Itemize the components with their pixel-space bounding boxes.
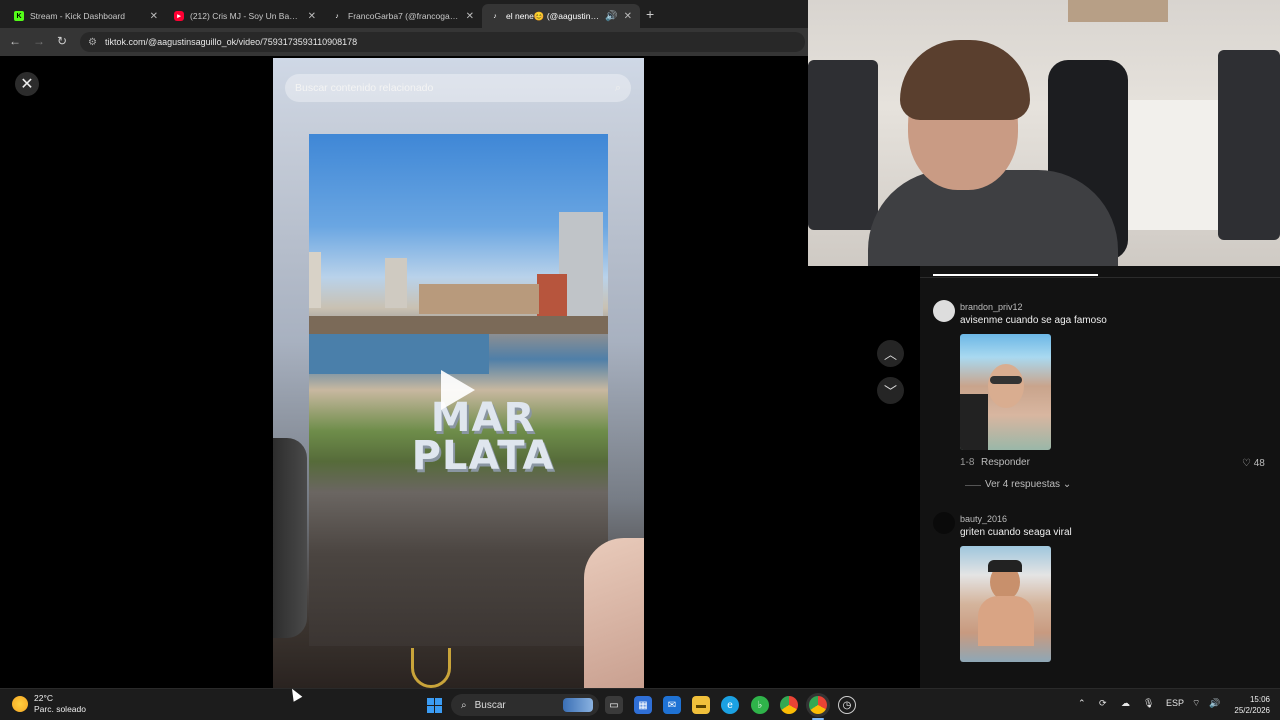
- avatar[interactable]: [933, 300, 955, 322]
- webcam-overlay: [808, 0, 1280, 266]
- tiktok-video-page: ✕ Buscar contenido relacionado ⌕ MAR PLA…: [0, 56, 920, 688]
- tab-title: Stream - Kick Dashboard: [30, 11, 125, 21]
- windows-start-icon[interactable]: [425, 696, 443, 714]
- comments-tab-indicator: [933, 274, 1098, 276]
- browser-tab-bar: K Stream - Kick Dashboard ✕ ▸ (212) Cris…: [0, 0, 808, 28]
- chair-right: [1218, 50, 1280, 240]
- next-video-button[interactable]: ﹀: [877, 377, 904, 404]
- task-view-icon[interactable]: ▭: [605, 696, 623, 714]
- hand-silhouette: [273, 438, 307, 638]
- gold-chain: [411, 648, 451, 688]
- view-replies-label: Ver 4 respuestas: [985, 479, 1061, 490]
- site-settings-icon[interactable]: ⚙: [88, 37, 97, 48]
- tab-title: el nene😊 (@aagustinsag: [506, 10, 603, 21]
- skin-silhouette: [584, 538, 644, 688]
- reply-button[interactable]: Responder: [981, 457, 1030, 468]
- weather-desc: Parc. soleado: [34, 704, 86, 714]
- weather-widget[interactable]: 22°C Parc. soleado: [12, 693, 86, 715]
- tab-tiktok-el-nene[interactable]: ♪ el nene😊 (@aagustinsag 🔊 ✕: [482, 4, 640, 28]
- taskbar-search[interactable]: ⌕ Buscar: [451, 694, 599, 716]
- tab-title: FrancoGarba7 (@francogarba7: [348, 11, 460, 21]
- like-count-value: 48: [1253, 458, 1265, 469]
- browser-toolbar: ← → ↻ ⚙ tiktok.com/@aagustinsaguillo_ok/…: [0, 28, 808, 56]
- heart-icon[interactable]: ♡: [1242, 458, 1254, 469]
- close-tab-icon[interactable]: ✕: [150, 11, 158, 22]
- volume-icon[interactable]: 🔊: [1209, 698, 1220, 709]
- view-replies-button[interactable]: Ver 4 respuestas ⌄: [985, 479, 1071, 490]
- reload-icon[interactable]: ↻: [57, 34, 67, 48]
- search-icon[interactable]: ⌕: [615, 82, 621, 95]
- outlook-icon[interactable]: ✉: [663, 696, 681, 714]
- play-icon[interactable]: [441, 370, 475, 410]
- taskbar: 22°C Parc. soleado ⌕ Buscar ▭ ▦ ✉ ▬ e ♭ …: [0, 688, 1280, 720]
- chair-left: [808, 60, 878, 230]
- comments-panel: brandon_priv12 avisenme cuando se aga fa…: [920, 266, 1280, 688]
- file-explorer-icon[interactable]: ▬: [692, 696, 710, 714]
- taskbar-search-label: Buscar: [474, 699, 506, 711]
- close-tab-icon[interactable]: ✕: [624, 11, 632, 22]
- comment-image[interactable]: [960, 334, 1051, 450]
- comment-username[interactable]: bauty_2016: [960, 514, 1007, 524]
- search-highlight-icon: [563, 698, 593, 712]
- search-icon: ⌕: [461, 699, 467, 711]
- sign-line-2: PLATA: [411, 433, 555, 479]
- streamer-hair: [900, 40, 1030, 120]
- back-arrow-icon[interactable]: ←: [9, 34, 21, 48]
- video-player[interactable]: Buscar contenido relacionado ⌕ MAR PLATA: [273, 58, 644, 688]
- clock-date: 25/2/2026: [1234, 706, 1270, 715]
- comment-text: griten cuando seaga viral: [960, 527, 1072, 538]
- close-tab-icon[interactable]: ✕: [466, 11, 474, 22]
- language-indicator[interactable]: ESP: [1166, 698, 1184, 708]
- sun-icon: [12, 696, 28, 712]
- close-video-button[interactable]: ✕: [15, 72, 39, 96]
- comment-text: avisenme cuando se aga famoso: [960, 315, 1107, 326]
- microphone-icon[interactable]: 🎙: [1143, 698, 1154, 709]
- sync-icon[interactable]: ⟳: [1099, 698, 1107, 709]
- comment-username[interactable]: brandon_priv12: [960, 302, 1023, 312]
- mar-del-plata-sign: MAR PLATA: [393, 395, 573, 479]
- tab-kick-dashboard[interactable]: K Stream - Kick Dashboard ✕: [6, 4, 166, 28]
- clock-time: 15:06: [1249, 695, 1270, 704]
- tab-youtube[interactable]: ▸ (212) Cris MJ - Soy Un Bandido ✕: [166, 4, 324, 28]
- weather-temp: 22°C: [34, 693, 53, 703]
- replies-line: [965, 485, 981, 486]
- like-count[interactable]: ♡ 48: [1242, 458, 1265, 469]
- speaker-icon[interactable]: 🔊: [605, 11, 617, 22]
- tab-tiktok-francogarba7[interactable]: ♪ FrancoGarba7 (@francogarba7 ✕: [324, 4, 482, 28]
- youtube-icon: ▸: [174, 11, 184, 21]
- previous-video-button[interactable]: ︿: [877, 340, 904, 367]
- cloud-icon[interactable]: ☁: [1121, 698, 1130, 709]
- streamer-shirt: [868, 170, 1118, 266]
- avatar[interactable]: [933, 512, 955, 534]
- app-icon[interactable]: ♭: [751, 696, 769, 714]
- store-icon[interactable]: ▦: [634, 696, 652, 714]
- close-tab-icon[interactable]: ✕: [308, 11, 316, 22]
- chrome-icon[interactable]: [780, 696, 798, 714]
- tray-chevron-up-icon[interactable]: ⌃: [1078, 698, 1086, 709]
- kick-icon: K: [14, 11, 24, 21]
- tab-title: (212) Cris MJ - Soy Un Bandido: [190, 11, 302, 21]
- picture-frame: [1068, 0, 1168, 22]
- forward-arrow-icon[interactable]: →: [33, 34, 45, 48]
- tiktok-icon: ♪: [493, 12, 497, 20]
- edge-icon[interactable]: e: [721, 696, 739, 714]
- comment-image[interactable]: [960, 546, 1051, 662]
- related-search-bar[interactable]: Buscar contenido relacionado ⌕: [285, 74, 631, 102]
- address-bar[interactable]: ⚙ tiktok.com/@aagustinsaguillo_ok/video/…: [80, 32, 805, 52]
- video-frame-photo: MAR PLATA: [309, 134, 608, 646]
- comments-divider: [920, 277, 1280, 278]
- comment-date: 1-8: [960, 457, 975, 468]
- tiktok-icon: ♪: [335, 12, 339, 20]
- system-clock[interactable]: 15:06 25/2/2026: [1226, 694, 1270, 716]
- sign-line-1: MAR: [430, 395, 536, 441]
- chrome-active-icon[interactable]: [809, 696, 827, 714]
- clock-app-icon[interactable]: ◷: [838, 696, 856, 714]
- url-text: tiktok.com/@aagustinsaguillo_ok/video/75…: [104, 37, 358, 47]
- new-tab-button[interactable]: +: [646, 6, 654, 22]
- related-search-placeholder: Buscar contenido relacionado: [295, 82, 434, 94]
- wifi-icon[interactable]: ⌔: [1192, 698, 1200, 709]
- chevron-down-icon: ⌄: [1062, 479, 1072, 490]
